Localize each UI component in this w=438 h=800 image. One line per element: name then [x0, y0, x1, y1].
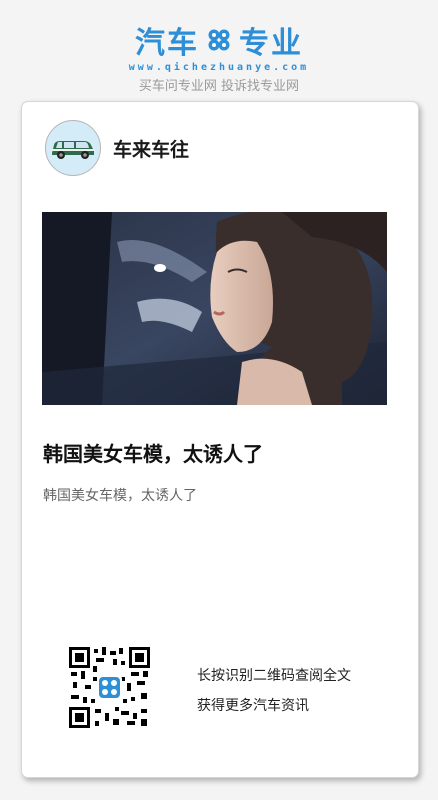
article-hero-image[interactable]: [42, 212, 387, 405]
article-summary: 韩国美女车模，太诱人了: [43, 489, 197, 504]
gear-icon: [208, 29, 230, 51]
brand-header: 汽车 专业 www.qichezhuanye.com 买车问专业网 投诉找专业网: [0, 18, 438, 94]
qr-caption: 长按识别二维码查阅全文 获得更多汽车资讯: [197, 662, 351, 722]
qr-caption-line1: 长按识别二维码查阅全文: [197, 669, 351, 684]
avatar[interactable]: [45, 120, 101, 176]
brand-name-left: 汽车: [135, 26, 199, 61]
article-title[interactable]: 韩国美女车模，太诱人了: [43, 438, 403, 467]
author-name[interactable]: 车来车往: [113, 135, 189, 162]
qr-code-icon[interactable]: [69, 647, 150, 728]
author-row[interactable]: 车来车往: [45, 120, 189, 176]
brand-logo: 汽车 专业: [0, 18, 438, 62]
share-card: 车来车往 韩国美女车模，太诱人了 韩国美女车模，太诱人了 长按识别二维码查阅全文…: [21, 101, 419, 778]
brand-name-right: 专业: [239, 26, 303, 61]
brand-domain: www.qichezhuanye.com: [128, 62, 310, 73]
car-icon: [52, 141, 94, 159]
brand-tagline: 买车问专业网 投诉找专业网: [138, 79, 300, 94]
qr-caption-line2: 获得更多汽车资讯: [197, 699, 309, 714]
hero-photo: [42, 212, 387, 405]
